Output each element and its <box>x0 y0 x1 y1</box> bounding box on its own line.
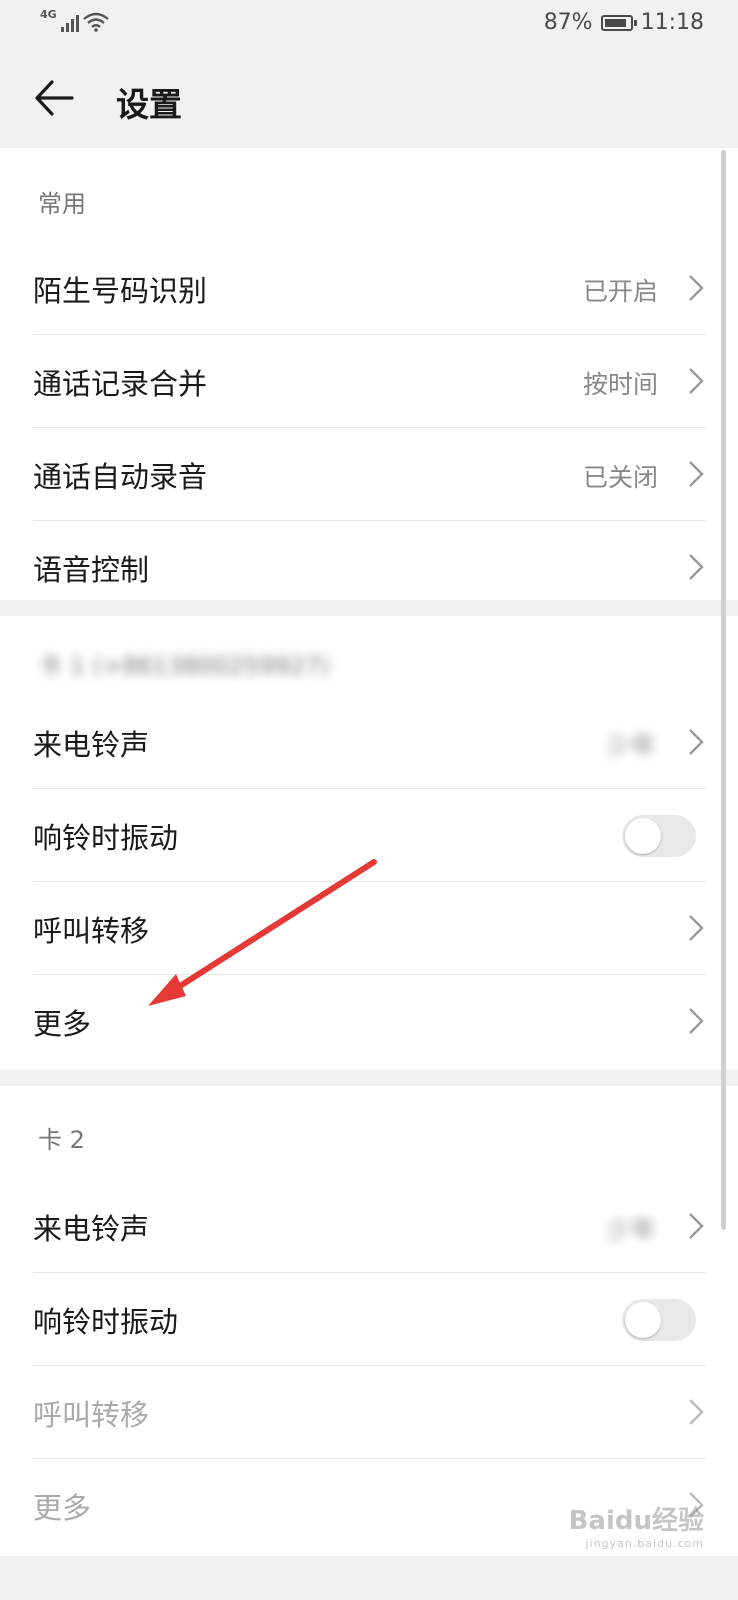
back-arrow-icon[interactable] <box>32 76 76 120</box>
row-label: 呼叫转移 <box>33 1398 150 1432</box>
row-label: 呼叫转移 <box>33 914 150 948</box>
row-call-forwarding[interactable]: 呼叫转移 <box>0 882 738 975</box>
row-call-log-merge[interactable]: 通话记录合并 按时间 <box>0 335 738 428</box>
status-bar: 4G 87% 11:18 <box>0 0 738 50</box>
chevron-right-icon <box>689 554 704 580</box>
row-value-blurred: 少年 <box>605 731 656 760</box>
row-value-blurred: 少年 <box>605 1215 656 1244</box>
section-sim2: 卡 2 来电铃声 少年 响铃时振动 呼叫转移 更多 <box>0 1086 738 1556</box>
row-label: 响铃时振动 <box>33 821 179 855</box>
signal-icon <box>60 12 79 32</box>
vibrate-toggle[interactable] <box>622 1299 696 1341</box>
row-call-forwarding-disabled: 呼叫转移 <box>0 1366 738 1459</box>
row-ringtone[interactable]: 来电铃声 少年 <box>0 1180 738 1273</box>
wifi-icon <box>82 12 109 32</box>
page-title: 设置 <box>116 85 182 124</box>
row-value: 已开启 <box>582 277 658 306</box>
row-label: 来电铃声 <box>33 728 150 762</box>
vibrate-toggle[interactable] <box>622 815 696 857</box>
row-value: 按时间 <box>582 370 658 399</box>
row-vibrate: 响铃时振动 <box>0 1273 738 1366</box>
toggle-knob <box>625 1302 661 1338</box>
chevron-right-icon <box>689 915 704 941</box>
clock: 11:18 <box>640 10 704 35</box>
chevron-right-icon <box>689 729 704 755</box>
chevron-right-icon <box>689 1213 704 1239</box>
chevron-right-icon <box>689 1008 704 1034</box>
row-vibrate: 响铃时振动 <box>0 789 738 882</box>
baidu-watermark-logo: Baidu经验 jingyan.baidu.com <box>569 1500 704 1550</box>
battery-icon <box>600 14 637 31</box>
row-unknown-number-id[interactable]: 陌生号码识别 已开启 <box>0 242 738 335</box>
section-header: 卡 2 <box>0 1086 738 1180</box>
status-right: 87% 11:18 <box>544 10 704 35</box>
row-label: 通话记录合并 <box>33 367 208 401</box>
row-more[interactable]: 更多 <box>0 975 738 1068</box>
scrollbar[interactable] <box>721 150 726 1230</box>
row-label: 通话自动录音 <box>33 460 208 494</box>
row-label: 语音控制 <box>33 553 150 587</box>
row-label: 更多 <box>33 1491 92 1525</box>
section-sim1: 卡 1 (+8613800259927) 来电铃声 少年 响铃时振动 呼叫转移 … <box>0 616 738 1070</box>
section-label-blurred: 卡 1 (+8613800259927) <box>38 652 330 680</box>
app-header: 设置 <box>0 50 738 148</box>
row-label: 来电铃声 <box>33 1212 150 1246</box>
chevron-right-icon <box>689 368 704 394</box>
row-value: 已关闭 <box>582 463 658 492</box>
toggle-knob <box>625 818 661 854</box>
row-ringtone[interactable]: 来电铃声 少年 <box>0 696 738 789</box>
row-label: 陌生号码识别 <box>33 274 208 308</box>
chevron-right-icon <box>689 1399 704 1425</box>
status-left: 4G <box>40 8 109 32</box>
battery-percent: 87% <box>543 10 593 35</box>
section-label: 常用 <box>38 190 86 218</box>
watermark-sub: jingyan.baidu.com <box>585 1537 704 1550</box>
chevron-right-icon <box>689 461 704 487</box>
row-voice-control[interactable]: 语音控制 <box>0 521 738 614</box>
row-auto-record[interactable]: 通话自动录音 已关闭 <box>0 428 738 521</box>
network-type: 4G <box>40 8 57 21</box>
section-label: 卡 2 <box>38 1126 85 1154</box>
row-label: 更多 <box>33 1007 92 1041</box>
section-general: 常用 陌生号码识别 已开启 通话记录合并 按时间 通话自动录音 已关闭 语音控制 <box>0 148 738 600</box>
row-label: 响铃时振动 <box>33 1305 179 1339</box>
chevron-right-icon <box>689 275 704 301</box>
watermark-text: Baidu经验 <box>568 1506 704 1536</box>
section-header: 卡 1 (+8613800259927) <box>0 616 738 696</box>
section-header: 常用 <box>0 148 738 242</box>
